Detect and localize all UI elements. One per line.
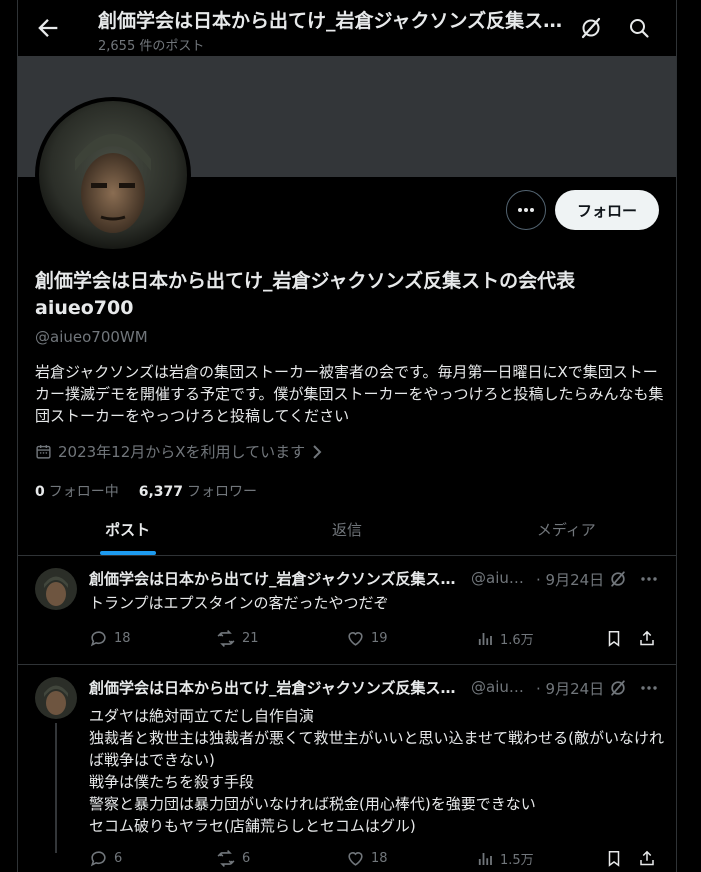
profile-column: 創価学会は日本から出てけ_岩倉ジャクソンズ反集ストの会代表aiueo700 2,… [17, 0, 677, 872]
post-text-line: 戦争は僕たちを殺す手段 [89, 773, 255, 791]
bookmark-icon[interactable] [605, 629, 623, 648]
more-icon [517, 207, 535, 213]
post-text-line: 警察と暴力団は暴力団がいなければ税金(用心棒代)を強要できない [89, 795, 536, 813]
profile-bio: 岩倉ジャクソンズは岩倉の集団ストーカー被害者の会です。毎月第一日曜日にXで集団ス… [35, 363, 664, 425]
calendar-icon [35, 443, 52, 460]
back-arrow-icon[interactable] [34, 14, 62, 42]
like-button[interactable]: 19 [346, 629, 388, 648]
follow-stats: 0 フォロー中 6,377 フォロワー [35, 481, 257, 501]
followers-link[interactable]: 6,377 フォロワー [139, 481, 257, 501]
post-text: ユダヤは絶対両立てだし自作自演 独裁者と救世主は独裁者が悪くて救世主がいいと思い… [89, 705, 664, 837]
views-count: 1.6万 [500, 633, 534, 648]
post-author-handle[interactable]: @aiu… [471, 569, 524, 587]
post-avatar[interactable] [35, 677, 77, 719]
views-icon [476, 850, 494, 868]
like-button[interactable]: 18 [346, 849, 388, 868]
joined-text: 2023年12月からXを利用しています [58, 443, 306, 461]
repost-count: 21 [242, 631, 259, 646]
post-actions: 6 6 18 1.5万 [89, 849, 664, 871]
more-options-button[interactable] [506, 190, 546, 230]
repost-button[interactable]: 21 [216, 629, 259, 648]
profile-tabs: ポスト 返信 メディア [18, 504, 676, 556]
following-count: 0 [35, 484, 45, 500]
views-count: 1.5万 [500, 853, 534, 868]
post-avatar[interactable] [35, 568, 77, 610]
grok-icon[interactable] [608, 678, 628, 698]
profile-handle: @aiueo700WM [35, 328, 148, 346]
reply-count: 18 [114, 631, 131, 646]
tab-media[interactable]: メディア [457, 504, 676, 555]
post-date[interactable]: · 9月24日 [536, 569, 604, 590]
tab-replies[interactable]: 返信 [237, 504, 456, 555]
header-title: 創価学会は日本から出てけ_岩倉ジャクソンズ反集ストの会代表aiueo700 [98, 10, 578, 32]
post-count: 2,655 件のポスト [98, 39, 205, 54]
like-icon [346, 849, 365, 868]
joined-date: 2023年12月からXを利用しています [35, 441, 323, 462]
post-item[interactable]: 創価学会は日本から出てけ_岩倉ジャクソンズ反集ストの会代表aiueo700 @a… [18, 665, 676, 872]
views-button[interactable]: 1.6万 [476, 629, 534, 648]
reply-button[interactable]: 18 [89, 629, 131, 648]
reply-icon [89, 849, 108, 868]
followers-label: フォロワー [187, 484, 258, 500]
bookmark-icon[interactable] [605, 849, 623, 868]
profile-name: 創価学会は日本から出てけ_岩倉ジャクソンズ反集ストの会代表aiueo700 [35, 270, 576, 319]
thread-line [55, 723, 57, 853]
post-text: トランプはエプスタインの客だったやつだぞ [89, 594, 389, 612]
post-text-line: ユダヤは絶対両立てだし自作自演 [89, 707, 315, 725]
reply-icon [89, 629, 108, 648]
tab-posts[interactable]: ポスト [18, 504, 237, 555]
top-header: 創価学会は日本から出てけ_岩倉ジャクソンズ反集ストの会代表aiueo700 2,… [18, 0, 676, 56]
post-actions: 18 21 19 1.6万 [89, 629, 664, 651]
more-icon[interactable] [639, 678, 659, 698]
post-author-handle[interactable]: @aiu… [471, 678, 524, 696]
views-icon [476, 630, 494, 648]
chevron-right-icon[interactable] [311, 444, 323, 459]
like-count: 19 [371, 631, 388, 646]
repost-button[interactable]: 6 [216, 849, 250, 868]
more-icon[interactable] [639, 569, 659, 589]
following-label: フォロー中 [48, 484, 119, 500]
post-text-line: 独裁者と救世主は独裁者が悪くて救世主がいいと思い込ませて戦わせる(敵がいなければ… [89, 729, 664, 769]
post-author-name[interactable]: 創価学会は日本から出てけ_岩倉ジャクソンズ反集ストの会代表aiueo700 [89, 568, 461, 589]
post-text-line: セコム破りもヤラセ(店舗荒らしとセコムはグル) [89, 817, 416, 835]
like-icon [346, 629, 365, 648]
share-icon[interactable] [638, 629, 656, 648]
repost-count: 6 [242, 851, 251, 866]
repost-icon [216, 849, 236, 868]
post-author-name[interactable]: 創価学会は日本から出てけ_岩倉ジャクソンズ反集ストの会代表aiueo700 [89, 677, 461, 698]
followers-count: 6,377 [138, 484, 184, 500]
like-count: 18 [371, 851, 388, 866]
following-link[interactable]: 0 フォロー中 [35, 481, 119, 501]
reply-button[interactable]: 6 [89, 849, 122, 868]
reply-count: 6 [114, 851, 123, 866]
post-item[interactable]: 創価学会は日本から出てけ_岩倉ジャクソンズ反集ストの会代表aiueo700 @a… [18, 556, 676, 665]
search-icon[interactable] [627, 16, 651, 40]
follow-button[interactable]: フォロー [555, 190, 659, 230]
repost-icon [216, 629, 236, 648]
grok-icon[interactable] [579, 16, 603, 40]
profile-avatar[interactable] [35, 97, 191, 253]
share-icon[interactable] [638, 849, 656, 868]
views-button[interactable]: 1.5万 [476, 849, 534, 868]
grok-icon[interactable] [608, 569, 628, 589]
post-date[interactable]: · 9月24日 [536, 678, 604, 699]
